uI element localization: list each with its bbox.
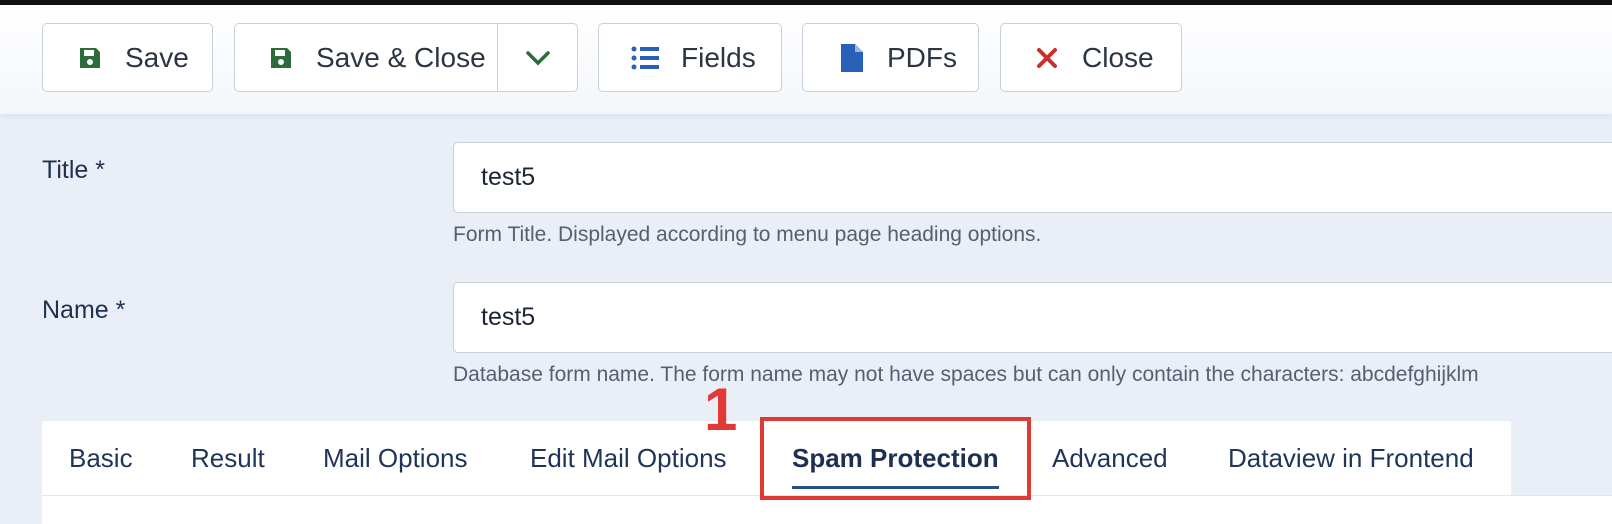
tab-edit-mail-options[interactable]: Edit Mail Options [530, 421, 727, 495]
tab-spam-protection[interactable]: Spam Protection [792, 421, 999, 495]
pdfs-button[interactable]: PDFs [802, 23, 979, 92]
floppy-disk-icon [267, 44, 295, 72]
close-button[interactable]: Close [1000, 23, 1182, 92]
name-help-text: Database form name. The form name may no… [453, 363, 1479, 386]
name-label: Name * [42, 296, 126, 324]
chevron-down-icon [525, 42, 551, 74]
tab-basic[interactable]: Basic [69, 421, 133, 495]
name-input[interactable]: test5 [453, 282, 1612, 353]
save-options-dropdown-toggle[interactable] [497, 24, 577, 91]
title-input[interactable]: test5 [453, 142, 1612, 213]
file-icon [838, 43, 866, 72]
floppy-disk-icon [76, 44, 104, 72]
title-label: Title * [42, 156, 105, 184]
close-icon [1033, 44, 1061, 72]
save-and-close-button[interactable]: Save & Close [235, 24, 497, 91]
close-label: Close [1082, 41, 1154, 73]
list-icon [631, 44, 659, 72]
fields-button[interactable]: Fields [598, 23, 782, 92]
form-tabs: Basic Result Mail Options Edit Mail Opti… [42, 421, 1511, 495]
toolbar: Save Save & Close Fields PDFs Close [0, 5, 1612, 114]
save-label: Save [125, 41, 189, 73]
fields-label: Fields [681, 41, 756, 73]
tab-dataview-in-frontend[interactable]: Dataview in Frontend [1228, 421, 1474, 495]
pdfs-label: PDFs [887, 41, 957, 73]
tab-result[interactable]: Result [191, 421, 265, 495]
save-button[interactable]: Save [42, 23, 213, 92]
save-and-close-button-group: Save & Close [234, 23, 578, 92]
annotation-step-number: 1 [704, 376, 738, 443]
tab-mail-options[interactable]: Mail Options [323, 421, 468, 495]
save-and-close-label: Save & Close [316, 41, 486, 73]
tab-advanced[interactable]: Advanced [1052, 421, 1168, 495]
title-help-text: Form Title. Displayed according to menu … [453, 223, 1042, 246]
tab-content-panel [42, 495, 1612, 524]
